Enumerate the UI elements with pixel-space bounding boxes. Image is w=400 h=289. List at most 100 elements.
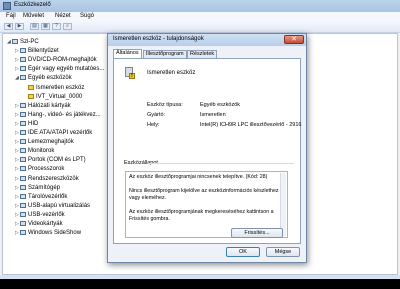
group-divider [148,163,294,164]
window-titlebar[interactable]: Eszközkezelő [0,0,400,12]
close-icon[interactable]: ✕ [284,35,304,44]
computer-icon [20,184,26,190]
tree-item-label: Hálózati kártyák [28,102,71,109]
status-scrollbar[interactable] [280,173,286,236]
tree-item-label: Windows SideShow [28,230,82,237]
processor-icon [20,166,26,172]
toolbar: ◀ ▶ ▤ ▦ ? ⌕ [0,21,400,33]
tree-item-label: Lemezmeghajtók [28,139,74,146]
tree-item[interactable]: ▷ Hang-, videó- és játékvez... [15,111,101,119]
properties-dialog: Ismeretlen eszköz - tulajdonságok ✕ Álta… [107,33,307,263]
tree-item-label: IDE ATA/ATAPI vezérlők [28,130,93,136]
tree-item[interactable]: ▷ DVD/CD-ROM-meghajtók [15,56,97,64]
cancel-button[interactable]: Mégse [266,247,300,257]
tree-item[interactable]: ▷ USB-alapú virtualizálás [15,202,90,210]
tree-item[interactable]: ▷ Windows SideShow [15,229,81,237]
sound-icon [20,111,26,117]
dialog-title: Ismeretlen eszköz - tulajdonságok [113,36,204,42]
sideshow-icon [20,230,26,236]
tree-item[interactable]: ▷ Tárolóvezérlők [15,193,67,201]
tree-item-label: Billentyűzet [28,48,59,55]
tree-item-label: Portok (COM és LPT) [28,157,86,164]
tree-item-label: USB-alapú virtualizálás [28,202,91,209]
warning-device-icon [28,84,34,90]
back-icon[interactable]: ◀ [4,23,13,30]
warning-device-icon [28,93,34,99]
status-bar [0,275,400,279]
tree-item-label: Processzorok [28,166,65,173]
tree-view-icon[interactable]: ▤ [30,23,39,30]
window-title: Eszközkezelő [14,2,51,8]
manufacturer-label: Gyártó: [147,112,166,118]
hid-icon [20,120,26,126]
tree-item[interactable]: ▷ USB-vezérlők [15,211,65,219]
ok-button[interactable]: OK [226,247,260,257]
usb-icon [20,202,26,208]
menu-file[interactable]: Fájl [6,13,16,19]
device-status-text: Az eszköz illesztőprogramjai nincsenek t… [129,174,279,222]
tree-item[interactable]: ▷ Monitorok [15,147,54,155]
tree-item-label: USB-vezérlők [28,211,65,218]
properties-icon[interactable]: ▦ [41,23,50,30]
device-manager-icon [3,2,11,10]
tree-item-label: Szl-PC [20,39,39,45]
tree-item[interactable]: ▷ IDE ATA/ATAPI vezérlők [15,129,92,137]
tree-item-label: Monitorok [28,148,55,155]
device-type-value: Egyéb eszközök [200,102,241,108]
tree-item[interactable]: ▷ Processzorok [15,165,64,173]
refresh-button[interactable]: Frissítés... [231,228,283,238]
mouse-icon [20,66,26,72]
location-label: Hely: [147,122,160,128]
tree-item-label: Egér vagy egyéb mutatóes... [28,66,105,73]
menu-help[interactable]: Súgó [80,13,94,19]
port-icon [20,157,26,163]
forward-icon[interactable]: ▶ [15,23,24,30]
tree-item[interactable]: ▷ Számítógép [15,184,60,192]
tree-item-label: Hang-, videó- és játékvez... [28,111,101,118]
tree-item-label: DVD/CD-ROM-meghajtók [28,57,97,64]
general-panel: ! Ismeretlen eszköz Eszköz típusa: Egyéb… [113,58,301,244]
disc-drive-icon [20,57,26,63]
dialog-titlebar[interactable]: Ismeretlen eszköz - tulajdonságok ✕ [108,34,306,46]
tree-item[interactable]: ◢ Szl-PC [7,38,39,46]
tree-item[interactable]: ▷ Portok (COM és LPT) [15,156,86,164]
ide-icon [20,130,26,135]
tree-item[interactable]: ▷ HID [15,120,38,128]
tree-item-label: HID [28,120,39,127]
tree-item-label: Videokártyák [28,221,63,227]
tree-item-label: Rendszereszközök [28,175,79,182]
storage-icon [20,193,26,199]
tree-item[interactable]: ▷ Lemezmeghajtók [15,138,74,146]
tree-item-label: Egyéb eszközök [28,75,72,82]
tree-item[interactable]: ▷ Hálózati kártyák [15,102,71,110]
menu-bar: Fájl Művelet Nézet Súgó [0,12,400,21]
tab-driver[interactable]: Illesztőprogram [143,50,187,58]
tree-item[interactable]: ▷ Billentyűzet [15,47,59,55]
help-icon[interactable]: ? [52,23,61,30]
scan-hardware-icon[interactable]: ⌕ [63,23,72,30]
location-value: Intel(R) ICH9R LPC illesztővezérlő - 291… [200,122,302,128]
disk-icon [20,139,26,145]
network-card-icon [20,102,26,108]
tree-item[interactable]: ▷ Videokártyák [15,220,63,228]
device-type-label: Eszköz típusa: [147,102,183,108]
tree-item[interactable]: Ismeretlen eszköz [23,84,84,92]
tree-item-label: Ismeretlen eszköz [36,84,85,91]
usb-icon [20,211,26,217]
tree-item-label: Tárolóvezérlők [28,193,68,200]
tree-item-label: Számítógép [28,184,61,191]
device-name: Ismeretlen eszköz [147,70,196,76]
system-device-icon [20,175,26,181]
tree-item[interactable]: ▷ Rendszereszközök [15,175,79,183]
manufacturer-value: Ismeretlen [200,112,226,118]
menu-action[interactable]: Művelet [23,13,44,19]
menu-view[interactable]: Nézet [55,13,71,19]
tree-item[interactable]: IVT_Virtual_0000 [23,93,82,101]
tab-details[interactable]: Részletek [187,50,218,58]
other-devices-icon [20,75,26,81]
tab-general[interactable]: Általános [113,49,142,58]
video-card-icon [20,221,26,226]
tree-item[interactable]: ◢ Egyéb eszközök [15,74,72,82]
monitor-icon [20,148,26,154]
tree-item[interactable]: ▷ Egér vagy egyéb mutatóes... [15,65,104,73]
